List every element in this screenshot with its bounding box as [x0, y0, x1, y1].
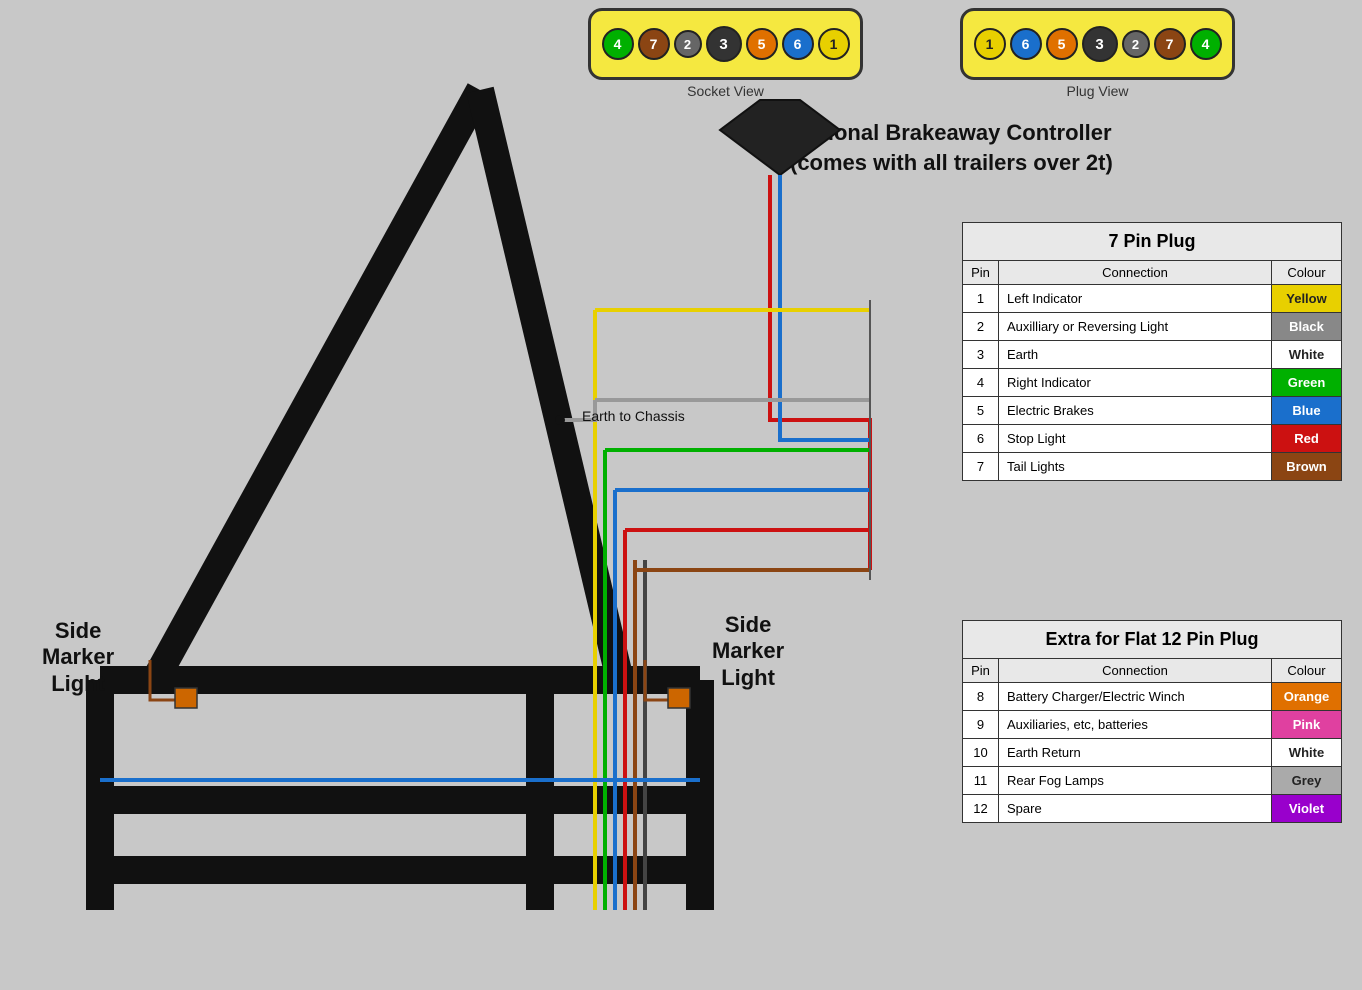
plug-pin-3: 3 [1082, 26, 1118, 62]
colour-cell: Yellow [1272, 285, 1342, 313]
table-7pin: 7 Pin Plug Pin Connection Colour 1 Left … [962, 222, 1342, 499]
table-row: 3 Earth White [963, 341, 1342, 369]
side-marker-left: Side Marker Light [42, 618, 114, 697]
pin-number: 4 [963, 369, 999, 397]
col-header-colour: Colour [1272, 261, 1342, 285]
colour-cell: Violet [1272, 795, 1342, 823]
table-row: 9 Auxiliaries, etc, batteries Pink [963, 711, 1342, 739]
col-header-colour-12: Colour [1272, 659, 1342, 683]
pin-number: 2 [963, 313, 999, 341]
pin-number: 7 [963, 453, 999, 481]
col-header-connection-12: Connection [999, 659, 1272, 683]
colour-cell: Brown [1272, 453, 1342, 481]
colour-cell: Black [1272, 313, 1342, 341]
col-header-pin-12: Pin [963, 659, 999, 683]
pin-number: 5 [963, 397, 999, 425]
col-header-connection: Connection [999, 261, 1272, 285]
pin-number: 1 [963, 285, 999, 313]
connection-name: Left Indicator [999, 285, 1272, 313]
plug-pin-5: 5 [1046, 28, 1078, 60]
plug-connector: 1 6 5 3 2 7 4 Plug View [960, 8, 1235, 99]
side-marker-right: Side Marker Light [712, 612, 784, 691]
colour-cell: Orange [1272, 683, 1342, 711]
earth-chassis-label: Earth to Chassis [582, 408, 685, 424]
table-row: 12 Spare Violet [963, 795, 1342, 823]
connection-name: Battery Charger/Electric Winch [999, 683, 1272, 711]
colour-cell: Pink [1272, 711, 1342, 739]
plug-pin-7: 7 [1154, 28, 1186, 60]
wiring-diagram [0, 0, 940, 990]
table-row: 7 Tail Lights Brown [963, 453, 1342, 481]
table-row: 10 Earth Return White [963, 739, 1342, 767]
connection-name: Spare [999, 795, 1272, 823]
table-row: 4 Right Indicator Green [963, 369, 1342, 397]
table-12pin-title: Extra for Flat 12 Pin Plug [963, 621, 1342, 659]
plug-pin-1: 1 [974, 28, 1006, 60]
colour-cell: Green [1272, 369, 1342, 397]
pin-number: 12 [963, 795, 999, 823]
pin-number: 9 [963, 711, 999, 739]
table-row: 11 Rear Fog Lamps Grey [963, 767, 1342, 795]
connection-name: Rear Fog Lamps [999, 767, 1272, 795]
connection-name: Stop Light [999, 425, 1272, 453]
pin-number: 10 [963, 739, 999, 767]
table-7pin-title: 7 Pin Plug [963, 223, 1342, 261]
table-row: 6 Stop Light Red [963, 425, 1342, 453]
table-row: 2 Auxilliary or Reversing Light Black [963, 313, 1342, 341]
pin-number: 3 [963, 341, 999, 369]
table-row: 1 Left Indicator Yellow [963, 285, 1342, 313]
connection-name: Tail Lights [999, 453, 1272, 481]
connection-name: Auxilliary or Reversing Light [999, 313, 1272, 341]
plug-pin-6: 6 [1010, 28, 1042, 60]
colour-cell: Grey [1272, 767, 1342, 795]
pin-number: 6 [963, 425, 999, 453]
pin-number: 11 [963, 767, 999, 795]
table-row: 8 Battery Charger/Electric Winch Orange [963, 683, 1342, 711]
connection-name: Auxiliaries, etc, batteries [999, 711, 1272, 739]
pin-number: 8 [963, 683, 999, 711]
plug-label: Plug View [960, 83, 1235, 99]
connection-name: Earth [999, 341, 1272, 369]
table-12pin: Extra for Flat 12 Pin Plug Pin Connectio… [962, 620, 1342, 841]
colour-cell: White [1272, 739, 1342, 767]
colour-cell: Blue [1272, 397, 1342, 425]
colour-cell: Red [1272, 425, 1342, 453]
connection-name: Earth Return [999, 739, 1272, 767]
plug-pin-2: 2 [1122, 30, 1150, 58]
table-row: 5 Electric Brakes Blue [963, 397, 1342, 425]
col-header-pin: Pin [963, 261, 999, 285]
connection-name: Electric Brakes [999, 397, 1272, 425]
plug-pin-4: 4 [1190, 28, 1222, 60]
connection-name: Right Indicator [999, 369, 1272, 397]
colour-cell: White [1272, 341, 1342, 369]
